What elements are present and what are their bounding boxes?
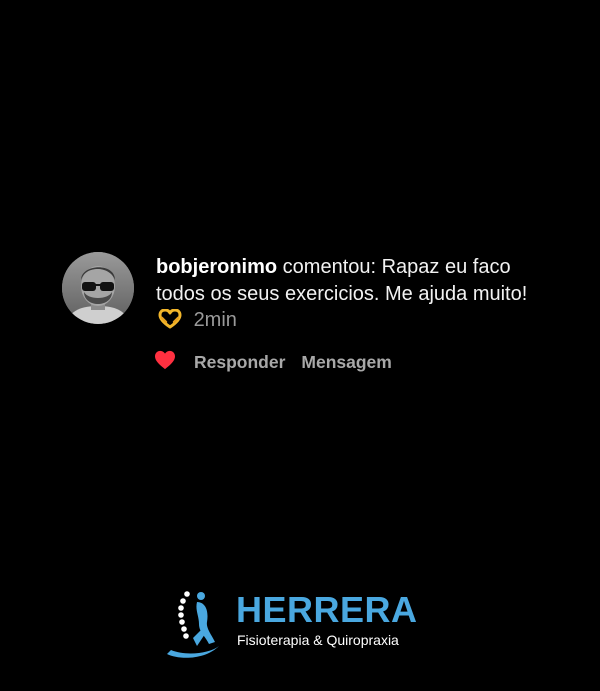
brand-tagline: Fisioterapia & Quiropraxia — [237, 632, 399, 648]
comment-actions: Responder Mensagem — [154, 350, 408, 375]
brand-logo: HERRERA Fisioterapia & Quiropraxia — [165, 588, 435, 660]
heart-icon[interactable] — [154, 350, 194, 375]
comment-time: 2min — [193, 309, 237, 331]
avatar[interactable] — [62, 252, 134, 324]
message-button[interactable]: Mensagem — [301, 352, 391, 373]
comment-text: bobjeronimo comentou: Rapaz eu faco todo… — [156, 254, 546, 337]
profile-photo-icon — [62, 252, 134, 324]
reply-button[interactable]: Responder — [194, 352, 285, 373]
comment-username[interactable]: bobjeronimo — [156, 256, 277, 278]
heart-hands-emoji-icon — [158, 308, 182, 337]
spine-figure-logo-icon — [167, 591, 219, 658]
brand-name: HERRERA — [236, 589, 418, 630]
